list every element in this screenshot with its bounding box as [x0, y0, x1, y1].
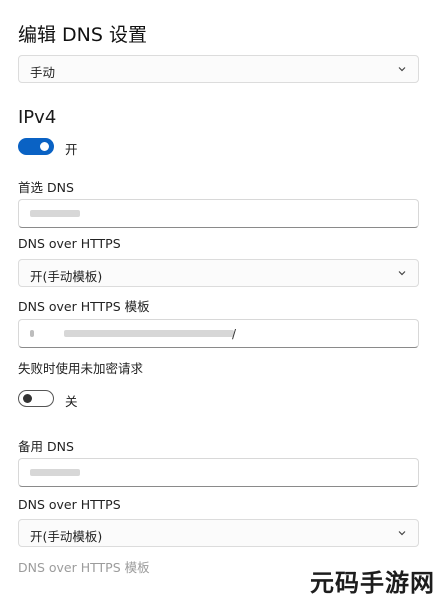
- alt-doh-template-label: DNS over HTTPS 模板: [18, 560, 150, 575]
- chevron-down-icon: [398, 271, 406, 276]
- alt-doh-label: DNS over HTTPS: [18, 497, 121, 512]
- doh-template-input[interactable]: /: [18, 319, 419, 348]
- toggle-knob: [40, 142, 49, 151]
- ipv4-toggle[interactable]: [18, 138, 54, 155]
- alt-doh-select[interactable]: 开(手动模板): [18, 519, 419, 547]
- dns-mode-select[interactable]: 手动: [18, 55, 419, 83]
- doh-select[interactable]: 开(手动模板): [18, 259, 419, 287]
- redacted-text: [30, 330, 34, 337]
- preferred-dns-input[interactable]: [18, 199, 419, 228]
- alternate-dns-input[interactable]: [18, 458, 419, 487]
- ipv4-toggle-label: 开: [65, 142, 78, 157]
- doh-label: DNS over HTTPS: [18, 236, 121, 251]
- ipv4-section-title: IPv4: [18, 107, 57, 128]
- preferred-dns-label: 首选 DNS: [18, 180, 74, 195]
- fallback-toggle-label: 关: [65, 394, 78, 409]
- template-slash: /: [232, 327, 237, 341]
- doh-template-label: DNS over HTTPS 模板: [18, 299, 150, 314]
- chevron-down-icon: [398, 531, 406, 536]
- redacted-text: [64, 330, 234, 337]
- watermark-text: 元码手游网: [310, 569, 435, 597]
- toggle-knob: [23, 394, 32, 403]
- dns-mode-value: 手动: [30, 65, 56, 80]
- alt-doh-value: 开(手动模板): [30, 529, 103, 544]
- page-title: 编辑 DNS 设置: [18, 24, 147, 46]
- chevron-down-icon: [398, 67, 406, 72]
- fallback-label: 失败时使用未加密请求: [18, 361, 144, 376]
- redacted-text: [30, 469, 80, 476]
- doh-value: 开(手动模板): [30, 269, 103, 284]
- redacted-text: [30, 210, 80, 217]
- fallback-toggle[interactable]: [18, 390, 54, 407]
- alternate-dns-label: 备用 DNS: [18, 439, 74, 454]
